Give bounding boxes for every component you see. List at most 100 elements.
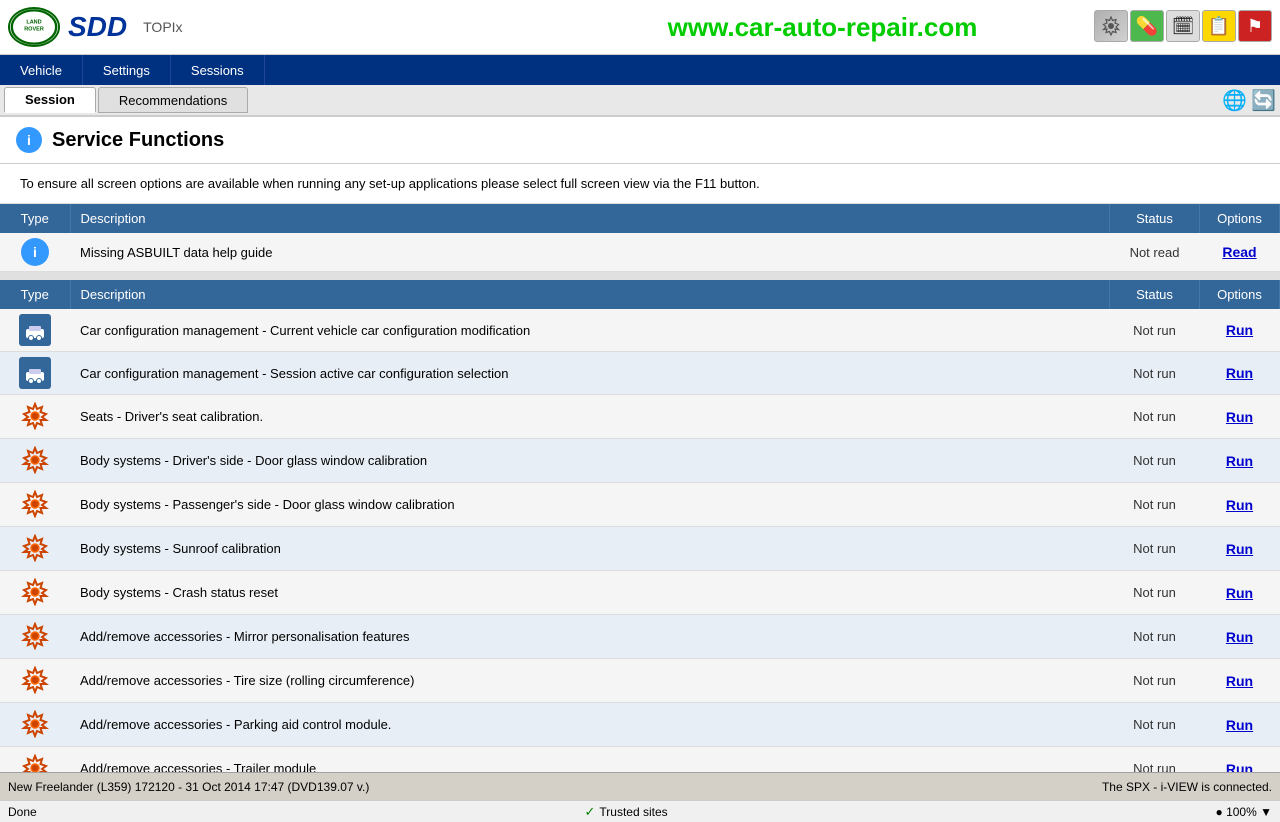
table-row: Body systems - Passenger's side - Door g… xyxy=(0,483,1280,527)
table-row: Add/remove accessories - Mirror personal… xyxy=(0,615,1280,659)
svc-options-cell: Run xyxy=(1200,615,1280,659)
svc-desc-cell: Car configuration management - Session a… xyxy=(70,352,1110,395)
table-row: Body systems - Driver's side - Door glas… xyxy=(0,439,1280,483)
nav-right-icons: 🌐 🔄 xyxy=(1222,88,1276,113)
run-link[interactable]: Run xyxy=(1226,453,1253,469)
gear-type-icon xyxy=(19,532,51,564)
menu-bar: Vehicle Settings Sessions xyxy=(0,55,1280,85)
svc-options-cell: Run xyxy=(1200,395,1280,439)
tab-session[interactable]: Session xyxy=(4,87,96,113)
scroll-container[interactable]: Type Description Status Options i Missin… xyxy=(0,204,1280,772)
rec-desc-cell: Missing ASBUILT data help guide xyxy=(70,233,1110,272)
content-area: i Service Functions To ensure all screen… xyxy=(0,117,1280,772)
svc-desc-cell: Body systems - Passenger's side - Door g… xyxy=(70,483,1110,527)
gear-type-icon xyxy=(19,664,51,696)
table-row: Add/remove accessories - Parking aid con… xyxy=(0,703,1280,747)
top-icon-area: 💊 🗓 📋 ⚑ xyxy=(1094,10,1272,44)
table-row: Car configuration management - Current v… xyxy=(0,309,1280,352)
svc-options-cell: Run xyxy=(1200,571,1280,615)
run-link[interactable]: Run xyxy=(1226,365,1253,381)
info-message: To ensure all screen options are availab… xyxy=(0,164,1280,204)
svc-type-cell xyxy=(0,571,70,615)
svc-status-cell: Not run xyxy=(1110,527,1200,571)
run-link[interactable]: Run xyxy=(1226,409,1253,425)
svc-header-type: Type xyxy=(0,280,70,309)
svc-desc-cell: Car configuration management - Current v… xyxy=(70,309,1110,352)
rec-type-cell: i xyxy=(0,233,70,272)
svg-text:ROVER: ROVER xyxy=(24,27,44,33)
svc-type-cell xyxy=(0,439,70,483)
svc-header-status: Status xyxy=(1110,280,1200,309)
rec-header-status: Status xyxy=(1110,204,1200,233)
menu-vehicle[interactable]: Vehicle xyxy=(0,55,83,85)
svc-type-cell xyxy=(0,395,70,439)
gear-settings-icon[interactable] xyxy=(1094,10,1128,42)
svc-status-cell: Not run xyxy=(1110,352,1200,395)
nav-tabs: Session Recommendations xyxy=(4,87,248,113)
services-table: Type Description Status Options Car conf… xyxy=(0,280,1280,772)
svc-options-cell: Run xyxy=(1200,747,1280,773)
run-link[interactable]: Run xyxy=(1226,497,1253,513)
sdd-logo: SDD xyxy=(68,11,127,43)
svc-status-cell: Not run xyxy=(1110,659,1200,703)
gear-type-icon xyxy=(19,488,51,520)
svc-type-cell xyxy=(0,747,70,773)
gear-type-icon xyxy=(19,400,51,432)
status-left: New Freelander (L359) 172120 - 31 Oct 20… xyxy=(8,780,369,794)
page-header: i Service Functions xyxy=(0,117,1280,164)
done-text: Done xyxy=(8,805,37,819)
run-link[interactable]: Run xyxy=(1226,322,1253,338)
svc-status-cell: Not run xyxy=(1110,309,1200,352)
tab-recommendations[interactable]: Recommendations xyxy=(98,87,248,113)
menu-sessions[interactable]: Sessions xyxy=(171,55,265,85)
gear-type-icon xyxy=(19,752,51,772)
notes-icon[interactable]: 📋 xyxy=(1202,10,1236,42)
svc-type-cell xyxy=(0,659,70,703)
svc-desc-cell: Add/remove accessories - Mirror personal… xyxy=(70,615,1110,659)
recommendations-table: Type Description Status Options i Missin… xyxy=(0,204,1280,272)
table-row: Body systems - Crash status resetNot run… xyxy=(0,571,1280,615)
gear-type-icon xyxy=(19,620,51,652)
svg-text:LAND: LAND xyxy=(26,19,41,25)
svc-desc-cell: Body systems - Driver's side - Door glas… xyxy=(70,439,1110,483)
gear-type-icon xyxy=(19,708,51,740)
nav-icon-left[interactable]: 🌐 xyxy=(1222,88,1247,113)
run-link[interactable]: Run xyxy=(1226,717,1253,733)
land-rover-logo: LAND ROVER xyxy=(8,7,60,47)
gear-type-icon xyxy=(19,576,51,608)
menu-settings[interactable]: Settings xyxy=(83,55,171,85)
gear-type-icon xyxy=(19,444,51,476)
svc-type-cell xyxy=(0,615,70,659)
table-row: Add/remove accessories - Trailer moduleN… xyxy=(0,747,1280,773)
nav-bar: Session Recommendations 🌐 🔄 xyxy=(0,85,1280,117)
svc-header-options: Options xyxy=(1200,280,1280,309)
section-spacer xyxy=(0,272,1280,280)
red-icon[interactable]: ⚑ xyxy=(1238,10,1272,42)
status-right: The SPX - i-VIEW is connected. xyxy=(1102,780,1272,794)
run-link[interactable]: Run xyxy=(1226,541,1253,557)
check-icon: ✓ xyxy=(585,804,596,820)
svc-desc-cell: Add/remove accessories - Parking aid con… xyxy=(70,703,1110,747)
nav-icon-right[interactable]: 🔄 xyxy=(1251,88,1276,113)
config-type-icon xyxy=(19,314,51,346)
trusted-text: Trusted sites xyxy=(599,805,667,819)
run-link[interactable]: Run xyxy=(1226,673,1253,689)
svc-status-cell: Not run xyxy=(1110,439,1200,483)
calendar-icon[interactable]: 🗓 xyxy=(1166,10,1200,42)
website-banner: www.car-auto-repair.com xyxy=(551,12,1094,43)
status-bar: New Freelander (L359) 172120 - 31 Oct 20… xyxy=(0,772,1280,800)
read-link[interactable]: Read xyxy=(1222,244,1256,260)
svc-desc-cell: Body systems - Sunroof calibration xyxy=(70,527,1110,571)
svc-options-cell: Run xyxy=(1200,309,1280,352)
run-link[interactable]: Run xyxy=(1226,585,1253,601)
svc-type-cell xyxy=(0,309,70,352)
svc-options-cell: Run xyxy=(1200,483,1280,527)
run-link[interactable]: Run xyxy=(1226,629,1253,645)
run-link[interactable]: Run xyxy=(1226,761,1253,773)
green-icon[interactable]: 💊 xyxy=(1130,10,1164,42)
svc-header-description: Description xyxy=(70,280,1110,309)
svc-status-cell: Not run xyxy=(1110,395,1200,439)
zoom-area[interactable]: ● 100% ▼ xyxy=(1216,805,1272,819)
table-row: Car configuration management - Session a… xyxy=(0,352,1280,395)
svc-type-cell xyxy=(0,703,70,747)
